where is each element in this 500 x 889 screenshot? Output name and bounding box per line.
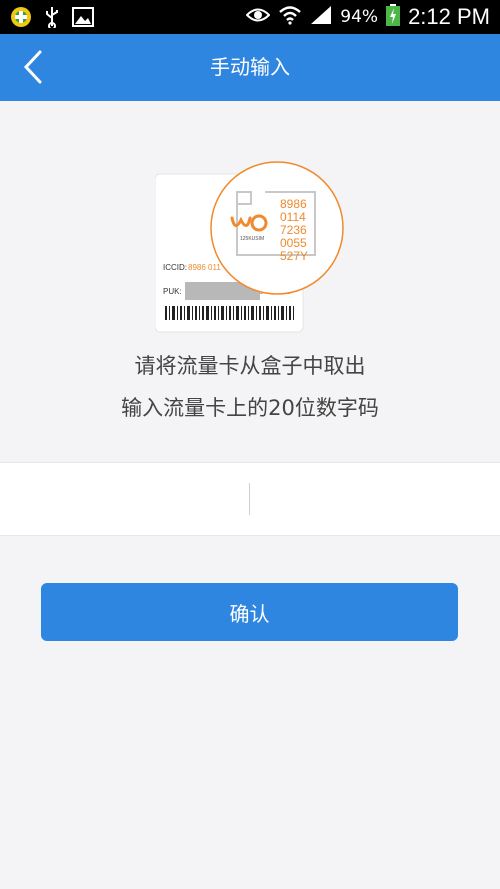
battery-percent: 94% <box>340 7 379 27</box>
magnifier-circle <box>210 161 344 295</box>
puk-label: PUK: <box>163 287 182 296</box>
sim-number-line: 7236 <box>280 223 307 237</box>
text-cursor <box>249 483 250 515</box>
sim-card-illustration: ICCID: 8986 011 PUK: 2C 0055 5 125KUSIM … <box>154 160 345 335</box>
sim-number-line: 0055 <box>280 236 307 250</box>
status-bar: 94% 2:12 PM <box>0 0 500 34</box>
iccid-label: ICCID: <box>163 263 187 272</box>
signal-icon <box>310 5 332 30</box>
sim-number-line: 527Y <box>280 249 308 263</box>
iccid-value: 8986 011 <box>188 263 221 272</box>
app-icon <box>10 6 32 32</box>
image-icon <box>72 7 94 31</box>
app-header: 手动输入 <box>0 34 500 101</box>
sim-code-input[interactable] <box>0 463 500 537</box>
status-left-icons <box>10 6 94 32</box>
confirm-button[interactable]: 确认 <box>41 583 458 641</box>
sim-code-input-row <box>0 462 500 537</box>
instruction-line-1: 请将流量卡从盒子中取出 <box>134 354 366 378</box>
wifi-icon <box>278 5 302 30</box>
status-right-icons: 94% 2:12 PM <box>245 0 490 34</box>
sim-number-line: 8986 <box>280 197 307 211</box>
battery-icon <box>386 3 401 31</box>
usb-icon <box>44 6 60 32</box>
instruction-line-2: 输入流量卡上的20位数字码 <box>121 396 379 420</box>
page-title: 手动输入 <box>210 55 290 79</box>
sim-number-lines: 8986 0114 7236 0055 527Y <box>280 197 308 263</box>
eye-icon <box>245 7 271 28</box>
clock: 2:12 PM <box>408 4 490 29</box>
barcode <box>165 306 294 320</box>
sim-number-line: 0114 <box>280 210 306 224</box>
sim-brand-text: 125KUSIM <box>240 236 264 242</box>
